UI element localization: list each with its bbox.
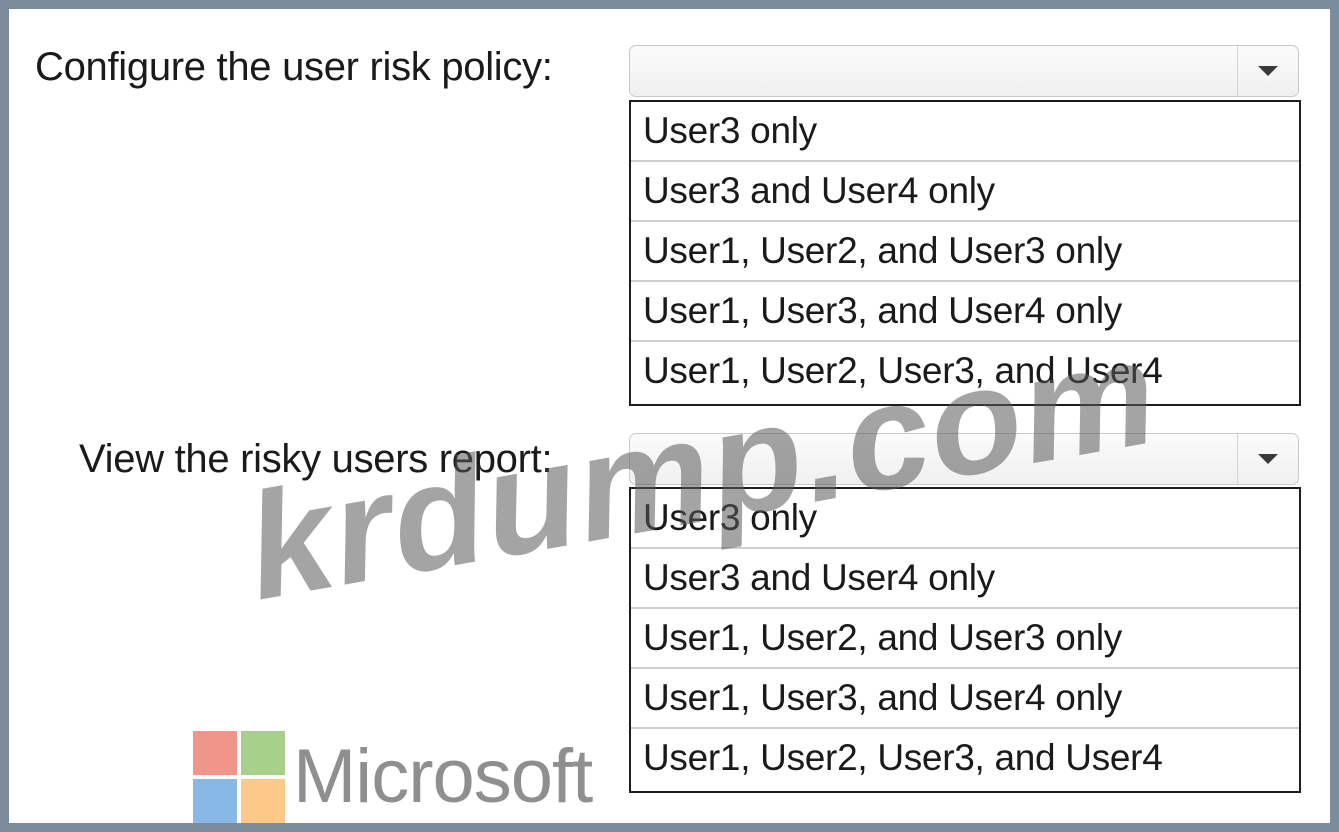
logo-square-red bbox=[193, 731, 237, 775]
risky-users-report-label: View the risky users report: bbox=[79, 437, 553, 481]
risky-users-report-dropdown[interactable] bbox=[629, 433, 1299, 485]
chevron-down-icon[interactable] bbox=[1237, 434, 1298, 484]
user-risk-policy-dropdown[interactable] bbox=[629, 45, 1299, 97]
option-user3-only[interactable]: User3 only bbox=[631, 102, 1299, 162]
option-user3-only[interactable]: User3 only bbox=[631, 489, 1299, 549]
user-risk-policy-label: Configure the user risk policy: bbox=[35, 45, 553, 89]
microsoft-wordmark: Microsoft bbox=[293, 734, 593, 819]
microsoft-logo-icon bbox=[193, 731, 285, 823]
option-user1-user3-user4[interactable]: User1, User3, and User4 only bbox=[631, 282, 1299, 342]
risky-users-report-options: User3 only User3 and User4 only User1, U… bbox=[629, 487, 1301, 793]
option-user3-user4[interactable]: User3 and User4 only bbox=[631, 162, 1299, 222]
chevron-down-icon[interactable] bbox=[1237, 46, 1298, 96]
option-user1-user2-user3[interactable]: User1, User2, and User3 only bbox=[631, 222, 1299, 282]
option-user3-user4[interactable]: User3 and User4 only bbox=[631, 549, 1299, 609]
option-user1-user2-user3[interactable]: User1, User2, and User3 only bbox=[631, 609, 1299, 669]
logo-square-blue bbox=[193, 779, 237, 823]
option-all-users[interactable]: User1, User2, User3, and User4 bbox=[631, 342, 1299, 402]
logo-square-yellow bbox=[241, 779, 285, 823]
user-risk-policy-options: User3 only User3 and User4 only User1, U… bbox=[629, 100, 1301, 406]
option-user1-user3-user4[interactable]: User1, User3, and User4 only bbox=[631, 669, 1299, 729]
option-all-users[interactable]: User1, User2, User3, and User4 bbox=[631, 729, 1299, 789]
question-panel: Configure the user risk policy: User3 on… bbox=[9, 9, 1330, 823]
logo-square-green bbox=[241, 731, 285, 775]
